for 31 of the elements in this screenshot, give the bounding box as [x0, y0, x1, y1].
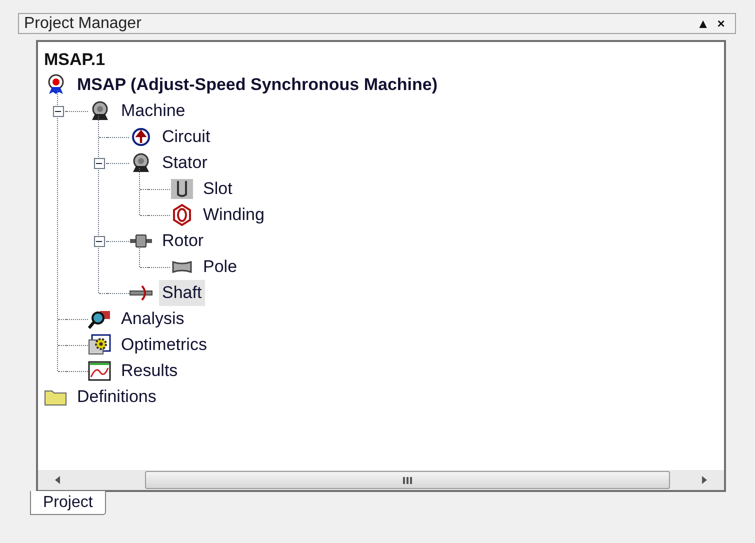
collapse-toggle[interactable] [94, 158, 104, 168]
collapse-toggle[interactable] [94, 236, 104, 246]
collapse-toggle[interactable] [52, 106, 64, 116]
tree-item[interactable]: Circuit [159, 124, 214, 150]
tree-item[interactable]: Shaft [159, 280, 205, 306]
coil-icon [170, 204, 194, 226]
tree-item[interactable]: Analysis [118, 306, 188, 332]
tree-item[interactable]: Rotor [159, 228, 207, 254]
grip-icon [403, 476, 412, 484]
tree-item[interactable]: Results [118, 358, 181, 384]
tree-item[interactable]: MSAP (Adjust-Speed Synchronous Machine) [74, 72, 441, 98]
tree-item[interactable]: Stator [159, 150, 210, 176]
close-button[interactable]: × [712, 17, 730, 30]
tree-item[interactable]: Optimetrics [118, 332, 210, 358]
tree-item[interactable]: Definitions [74, 384, 160, 410]
tree-item[interactable]: Pole [200, 254, 240, 280]
scroll-left-icon[interactable] [54, 476, 62, 484]
chart-icon [88, 360, 112, 382]
magnifier-icon [88, 308, 112, 330]
tree-item[interactable]: Slot [200, 176, 236, 202]
panel-title: Project Manager [24, 14, 142, 34]
tree-item[interactable]: Winding [200, 202, 268, 228]
scrollbar-thumb[interactable] [145, 471, 670, 489]
scroll-right-icon[interactable] [700, 476, 708, 484]
collapse-button[interactable]: ▲ [694, 17, 712, 30]
tab[interactable]: Project [30, 491, 106, 515]
horizontal-scrollbar[interactable] [38, 470, 724, 490]
gear-window-icon [88, 334, 112, 356]
tree-item[interactable]: Machine [118, 98, 188, 124]
slot-icon [170, 178, 194, 200]
project-title: MSAP.1 [44, 49, 106, 71]
